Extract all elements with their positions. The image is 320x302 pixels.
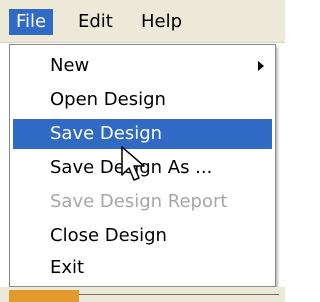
menu-item-save-design[interactable]: Save Design — [13, 119, 272, 149]
menu-edit[interactable]: Edit — [71, 9, 120, 35]
file-menu-dropdown: New Open Design Save Design Save Design … — [9, 44, 276, 287]
background-divider — [79, 294, 279, 295]
menu-help[interactable]: Help — [134, 9, 189, 35]
menu-item-label: Open Design — [50, 89, 166, 110]
menu-item-label: Save Design — [50, 123, 163, 144]
menu-item-label: New — [50, 55, 90, 76]
menu-item-new[interactable]: New — [13, 51, 272, 81]
menu-item-label: Save Design Report — [50, 191, 228, 212]
application-window: File Edit Help New Open Design Save Desi… — [0, 0, 285, 302]
menu-item-label: Exit — [50, 257, 85, 278]
chevron-right-icon — [258, 61, 264, 71]
menu-item-save-design-as[interactable]: Save Design As ... — [13, 153, 272, 183]
menu-item-label: Close Design — [50, 225, 167, 246]
menu-item-open-design[interactable]: Open Design — [13, 85, 272, 115]
menu-bar: File Edit Help — [0, 0, 285, 43]
menu-item-label: Save Design As ... — [50, 157, 213, 178]
menu-item-close-design[interactable]: Close Design — [13, 221, 272, 251]
background-accent-bar — [9, 290, 79, 302]
menu-item-exit[interactable]: Exit — [13, 253, 272, 283]
menu-item-save-design-report: Save Design Report — [13, 187, 272, 217]
menu-file[interactable]: File — [9, 9, 54, 35]
